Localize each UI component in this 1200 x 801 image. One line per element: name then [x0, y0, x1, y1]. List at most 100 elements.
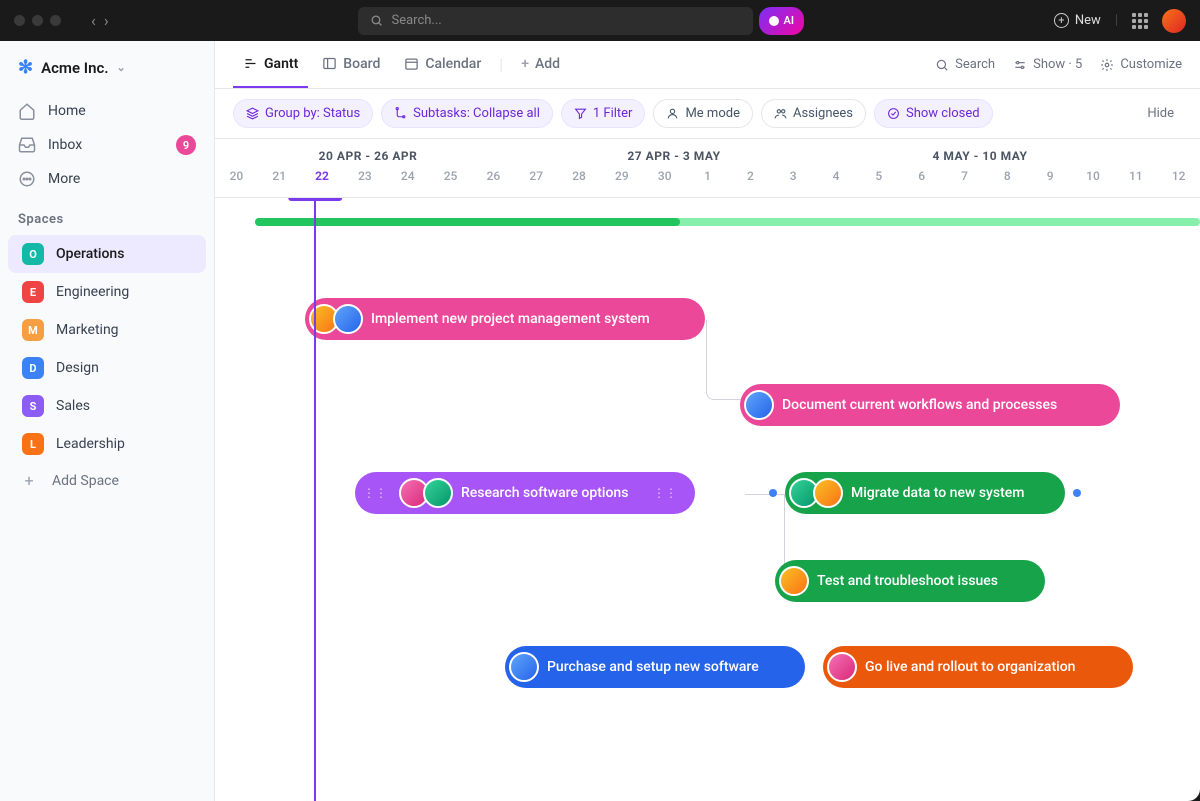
nav-inbox[interactable]: Inbox 9: [0, 128, 214, 162]
day-cell[interactable]: 24: [386, 169, 429, 197]
day-cell[interactable]: 21: [258, 169, 301, 197]
subtasks-icon: [394, 107, 407, 120]
sparkle-icon: [769, 16, 779, 26]
connector-line: [745, 494, 785, 574]
day-cell[interactable]: 22: [301, 169, 344, 197]
inbox-badge: 9: [176, 135, 196, 155]
customize-button[interactable]: Customize: [1100, 57, 1182, 72]
space-item-marketing[interactable]: MMarketing: [8, 311, 206, 349]
search-input[interactable]: Search...: [358, 7, 753, 35]
day-cell[interactable]: 2: [729, 169, 772, 197]
home-icon: [18, 102, 36, 120]
day-cell[interactable]: 23: [343, 169, 386, 197]
chip-subtasks[interactable]: Subtasks: Collapse all: [381, 99, 553, 128]
chip-filter[interactable]: 1 Filter: [561, 99, 646, 128]
chip-me-mode[interactable]: Me mode: [653, 99, 753, 128]
day-cell[interactable]: 4: [815, 169, 858, 197]
more-icon: [18, 170, 36, 188]
space-badge: D: [22, 357, 44, 379]
day-cell[interactable]: 27: [515, 169, 558, 197]
task-bar[interactable]: Go live and rollout to organization: [823, 646, 1133, 688]
drag-handle-icon[interactable]: ⋮⋮: [649, 486, 681, 500]
task-bar[interactable]: Document current workflows and processes: [740, 384, 1120, 426]
chip-show-closed[interactable]: Show closed: [874, 99, 993, 128]
assignee-avatar[interactable]: [333, 304, 363, 334]
space-badge: L: [22, 433, 44, 455]
space-item-engineering[interactable]: EEngineering: [8, 273, 206, 311]
topbar: ‹ › Search... AI + New |: [0, 0, 1200, 41]
assignee-avatar[interactable]: [509, 652, 539, 682]
day-cell[interactable]: 10: [1072, 169, 1115, 197]
nav-home[interactable]: Home: [0, 94, 214, 128]
user-avatar[interactable]: [1162, 9, 1186, 33]
nav-back-icon[interactable]: ‹: [91, 11, 96, 30]
assignee-avatar[interactable]: [779, 566, 809, 596]
drag-handle-icon[interactable]: ⋮⋮: [359, 486, 391, 500]
day-cell[interactable]: 1: [686, 169, 729, 197]
hide-button[interactable]: Hide: [1147, 106, 1174, 121]
chip-assignees[interactable]: Assignees: [761, 99, 866, 128]
day-cell[interactable]: 5: [857, 169, 900, 197]
plus-icon: +: [521, 56, 529, 72]
task-bar[interactable]: Purchase and setup new software: [505, 646, 805, 688]
day-cell[interactable]: 30: [643, 169, 686, 197]
space-label: Sales: [56, 398, 90, 414]
day-cell[interactable]: 12: [1157, 169, 1200, 197]
day-cell[interactable]: 9: [1029, 169, 1072, 197]
tab-add-view[interactable]: + Add: [511, 42, 570, 88]
space-item-operations[interactable]: OOperations: [8, 235, 206, 273]
space-label: Leadership: [56, 436, 125, 452]
assignee-avatar[interactable]: [827, 652, 857, 682]
nav-more[interactable]: More: [0, 162, 214, 196]
task-label: Purchase and setup new software: [547, 659, 759, 675]
task-bar[interactable]: Implement new project management system: [305, 298, 705, 340]
space-item-design[interactable]: DDesign: [8, 349, 206, 387]
workspace-switcher[interactable]: ✻ Acme Inc. ⌄: [0, 57, 214, 94]
space-item-sales[interactable]: SSales: [8, 387, 206, 425]
tab-calendar[interactable]: Calendar: [394, 42, 491, 88]
assignee-avatar[interactable]: [423, 478, 453, 508]
resize-handle[interactable]: [1073, 489, 1081, 497]
chip-group-by[interactable]: Group by: Status: [233, 99, 373, 128]
progress-bar: [255, 218, 1200, 226]
resize-handle[interactable]: [769, 489, 777, 497]
day-cell[interactable]: 11: [1114, 169, 1157, 197]
show-button[interactable]: Show · 5: [1013, 57, 1082, 72]
plus-icon: +: [18, 471, 40, 490]
task-bar[interactable]: Test and troubleshoot issues: [775, 560, 1045, 602]
window-controls[interactable]: [14, 15, 61, 26]
task-bar[interactable]: ⋮⋮Research software options⋮⋮: [355, 472, 695, 514]
day-cell[interactable]: 20: [215, 169, 258, 197]
tab-board[interactable]: Board: [312, 42, 390, 88]
layers-icon: [246, 107, 259, 120]
search-icon: [935, 58, 949, 72]
nav-forward-icon[interactable]: ›: [104, 11, 109, 30]
day-cell[interactable]: 7: [943, 169, 986, 197]
day-cell[interactable]: 28: [558, 169, 601, 197]
day-cell[interactable]: 3: [772, 169, 815, 197]
space-item-leadership[interactable]: L Leadership: [8, 425, 206, 463]
task-bar[interactable]: Migrate data to new system: [785, 472, 1065, 514]
search-button[interactable]: Search: [935, 57, 995, 72]
day-cell[interactable]: 8: [986, 169, 1029, 197]
apps-icon[interactable]: [1132, 13, 1148, 29]
new-button[interactable]: + New: [1054, 13, 1101, 28]
day-cell[interactable]: 25: [429, 169, 472, 197]
tab-gantt[interactable]: Gantt: [233, 42, 308, 88]
timeline-header: 20 APR - 26 APR27 APR - 3 MAY4 MAY - 10 …: [215, 139, 1200, 198]
day-cell[interactable]: 6: [900, 169, 943, 197]
sidebar: ✻ Acme Inc. ⌄ Home Inbox 9 More Spaces O…: [0, 41, 215, 801]
gantt-chart[interactable]: TODAY Implement new project management s…: [215, 198, 1200, 801]
ai-button[interactable]: AI: [759, 7, 804, 35]
day-cell[interactable]: 29: [600, 169, 643, 197]
plus-icon: +: [1054, 13, 1069, 28]
assignee-avatar[interactable]: [744, 390, 774, 420]
day-cell[interactable]: 26: [472, 169, 515, 197]
task-label: Go live and rollout to organization: [865, 659, 1075, 675]
week-label: 27 APR - 3 MAY: [521, 149, 827, 163]
chevron-down-icon: ⌄: [117, 61, 126, 74]
add-space-button[interactable]: + Add Space: [0, 463, 214, 498]
view-tabs: Gantt Board Calendar | + Add Search: [215, 41, 1200, 89]
task-label: Implement new project management system: [371, 311, 650, 327]
assignee-avatar[interactable]: [813, 478, 843, 508]
